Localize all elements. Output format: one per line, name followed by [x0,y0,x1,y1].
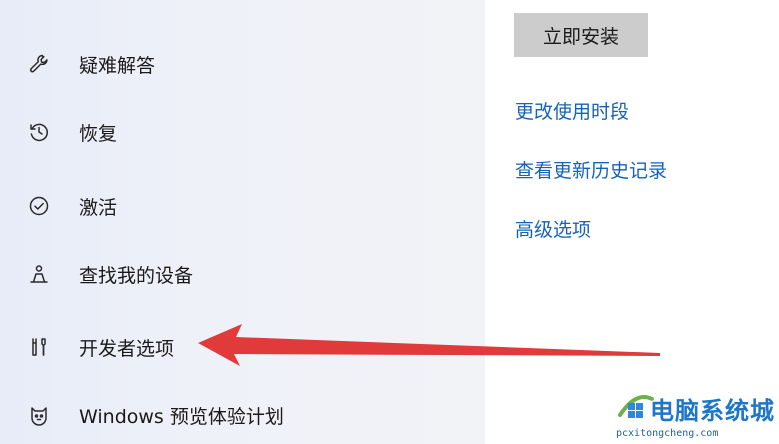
sidebar-item-label: 恢复 [79,122,118,145]
advanced-options-link[interactable]: 高级选项 [515,215,591,242]
sidebar-item-label: 开发者选项 [79,337,175,360]
sidebar-item-label: 查找我的设备 [79,264,194,287]
settings-sidebar: 疑难解答 恢复 激活 查找我的设备 开发者选项 Windows 预览体验计划 [0,0,485,444]
sidebar-item-label: 疑难解答 [79,54,156,77]
sidebar-item-for-developers[interactable]: 开发者选项 [28,329,174,365]
sidebar-item-label: 激活 [79,196,118,219]
view-update-history-link[interactable]: 查看更新历史记录 [515,156,667,183]
sidebar-item-troubleshoot[interactable]: 疑难解答 [28,46,155,82]
sidebar-item-recovery[interactable]: 恢复 [28,114,117,150]
insider-cat-icon [28,404,50,426]
developer-tools-icon [28,336,50,358]
watermark: 电脑系统城 pcxitongcheng.com [600,385,779,444]
sidebar-item-find-my-device[interactable]: 查找我的设备 [28,256,193,292]
watermark-title: 电脑系统城 [650,397,775,425]
sidebar-item-windows-insider[interactable]: Windows 预览体验计划 [28,397,284,433]
check-circle-icon [28,195,50,217]
annotation-arrow [198,324,660,366]
change-active-hours-link[interactable]: 更改使用时段 [515,97,629,124]
install-now-button[interactable]: 立即安装 [514,13,648,57]
wrench-icon [28,53,50,75]
sidebar-item-activation[interactable]: 激活 [28,188,117,224]
history-icon [28,121,50,143]
sidebar-item-label: Windows 预览体验计划 [79,405,284,428]
person-location-icon [28,263,50,285]
watermark-url: pcxitongcheng.com [616,428,719,439]
